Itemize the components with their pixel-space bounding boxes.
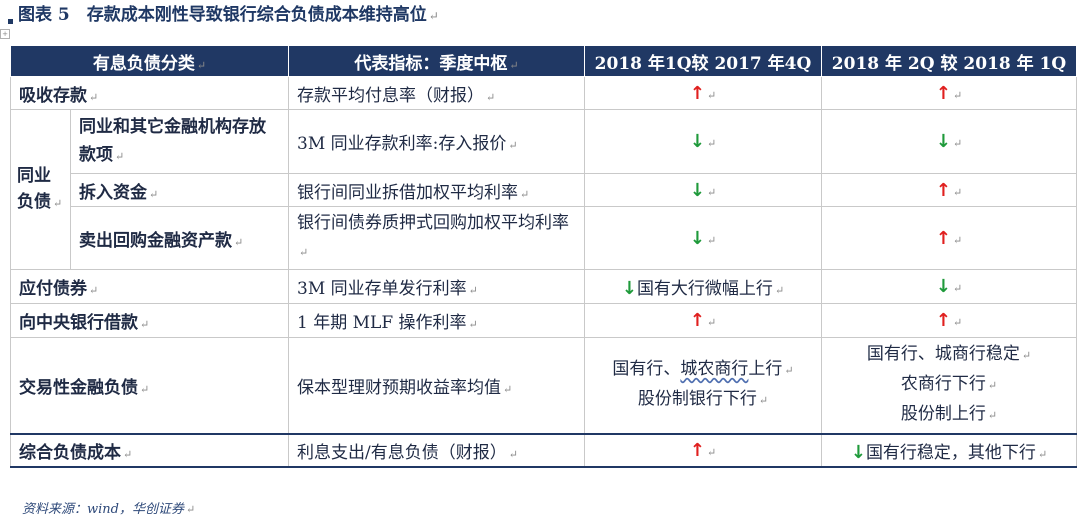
table-row: 拆入资金 ↵ 银行间同业拆借加权平均利率 ↵ ↓ ↵ ↑ ↵ (11, 173, 1077, 207)
table-header-row: 有息负债分类 ↵ 代表指标：季度中枢 ↵ 2018 年1Q较 2017 年4Q 20… (10, 45, 1077, 77)
change-q1-interbank-deposit: ↓ ↵ (584, 109, 822, 174)
change-q1-trading: 国有行、城农商行上行 ↵ 股份制银行下行 ↵ (584, 337, 822, 434)
header-indicator: 代表指标：季度中枢 ↵ (288, 45, 585, 77)
change-q1-deposit: ↑ ↵ (584, 76, 822, 110)
row-label-trading: 交易性金融负债 ↵ (10, 337, 289, 434)
down-arrow-icon: ↓ (621, 278, 637, 299)
change-q2-total: ↓国有行稳定，其他下行 ↵ (821, 432, 1077, 468)
row-label-deposit: 吸收存款 ↵ (10, 76, 289, 110)
table-row: 应付债券 ↵ 3M 同业存单发行利率 ↵ ↓国有大行微幅上行 ↵ ↓ ↵ (10, 269, 1077, 304)
up-arrow-icon: ↑ (935, 82, 951, 104)
down-arrow-icon: ↓ (689, 227, 705, 249)
up-arrow-icon: ↑ (935, 310, 951, 331)
figure-title: 图表 5 存款成本刚性导致银行综合负债成本维持高位 ↵ (8, 2, 439, 28)
up-arrow-icon: ↑ (689, 310, 705, 331)
indicator-borrowing: 银行间同业拆借加权平均利率 ↵ (288, 173, 585, 207)
change-q2-trading: 国有行、城商行稳定 ↵ 农商行下行 ↵ 股份制上行 ↵ (821, 337, 1077, 434)
row-label-central-bank: 向中央银行借款 ↵ (10, 303, 289, 338)
liability-cost-table: 有息负债分类 ↵ 代表指标：季度中枢 ↵ 2018 年1Q较 2017 年4Q 20… (10, 45, 1077, 468)
table-row: 交易性金融负债 ↵ 保本型理财预期收益率均值 ↵ 国有行、城农商行上行 ↵ 股份制银行下… (10, 337, 1077, 434)
change-q1-borrowing: ↓ ↵ (584, 173, 822, 207)
indicator-repo: 银行间债券质押式回购加权平均利率↵ (288, 206, 585, 270)
indicator-total: 利息支出/有息负债（财报） ↵ (288, 432, 585, 468)
header-q2-vs-q1: 2018 年 2Q 较 2018 年 1Q (821, 45, 1077, 77)
down-arrow-icon: ↓ (850, 441, 866, 463)
table-row: 向中央银行借款 ↵ 1 年期 MLF 操作利率 ↵ ↑ ↵ ↑ ↵ (10, 303, 1077, 338)
indicator-bonds: 3M 同业存单发行利率 ↵ (288, 269, 585, 304)
change-q2-central-bank: ↑ ↵ (821, 303, 1077, 338)
table-row-total: 综合负债成本 ↵ 利息支出/有息负债（财报） ↵ ↑ ↵ ↓国有行稳定，其他下行 ↵ (10, 432, 1077, 468)
table-row: 卖出回购金融资产款 ↵ 银行间债券质押式回购加权平均利率↵ ↓ ↵ ↑ ↵ (11, 206, 1077, 270)
indicator-central-bank: 1 年期 MLF 操作利率 ↵ (288, 303, 585, 338)
table-row: 吸收存款 ↵ 存款平均付息率（财报） ↵ ↑ ↵ ↑ ↵ (10, 76, 1077, 110)
row-label-bonds: 应付债券 ↵ (10, 269, 289, 304)
up-arrow-icon: ↑ (689, 82, 705, 104)
row-group-interbank: 同业负债 ↵ (10, 109, 71, 270)
row-label-interbank-deposit: 同业和其它金融机构存放款项 ↵ (70, 109, 289, 174)
up-arrow-icon: ↑ (935, 227, 951, 249)
down-arrow-icon: ↓ (689, 131, 705, 152)
header-q1-vs-q4: 2018 年1Q较 2017 年4Q (584, 45, 822, 77)
down-arrow-icon: ↓ (689, 179, 705, 201)
indicator-trading: 保本型理财预期收益率均值 ↵ (288, 337, 585, 434)
change-q2-interbank-deposit: ↓ ↵ (821, 109, 1077, 174)
change-q1-bonds: ↓国有大行微幅上行 ↵ (584, 269, 822, 304)
table-row: 同业负债 ↵ 同业和其它金融机构存放款项 ↵ 3M 同业存款利率:存入报价 ↵ ↓ ↵ … (10, 109, 1077, 270)
indicator-interbank-deposit: 3M 同业存款利率:存入报价 ↵ (288, 109, 585, 174)
change-q2-repo: ↑ ↵ (821, 206, 1077, 270)
down-arrow-icon: ↓ (935, 131, 951, 152)
change-q2-deposit: ↑ ↵ (821, 76, 1077, 110)
header-category: 有息负债分类 ↵ (10, 45, 289, 77)
change-q1-repo: ↓ ↵ (584, 206, 822, 270)
table-anchor-icon[interactable]: + (0, 29, 10, 39)
figure-title-text: 图表 5 存款成本刚性导致银行综合负债成本维持高位 (18, 5, 427, 25)
source-note: 资料来源：wind，华创证券 ↵ (22, 502, 196, 517)
change-q1-central-bank: ↑ ↵ (584, 303, 822, 338)
row-label-borrowing: 拆入资金 ↵ (70, 173, 289, 207)
row-label-total: 综合负债成本 ↵ (10, 432, 289, 468)
change-q2-bonds: ↓ ↵ (821, 269, 1077, 304)
down-arrow-icon: ↓ (935, 276, 951, 297)
change-q2-borrowing: ↑ ↵ (821, 173, 1077, 207)
up-arrow-icon: ↑ (935, 179, 951, 201)
paragraph-mark-icon: ↵ (428, 9, 439, 23)
indicator-deposit: 存款平均付息率（财报） ↵ (288, 76, 585, 110)
bullet-square-icon (8, 19, 13, 24)
up-arrow-icon: ↑ (689, 439, 705, 461)
spellcheck-underline: 城农商行 (680, 359, 749, 380)
row-label-repo: 卖出回购金融资产款 ↵ (70, 206, 289, 270)
change-q1-total: ↑ ↵ (584, 432, 822, 468)
